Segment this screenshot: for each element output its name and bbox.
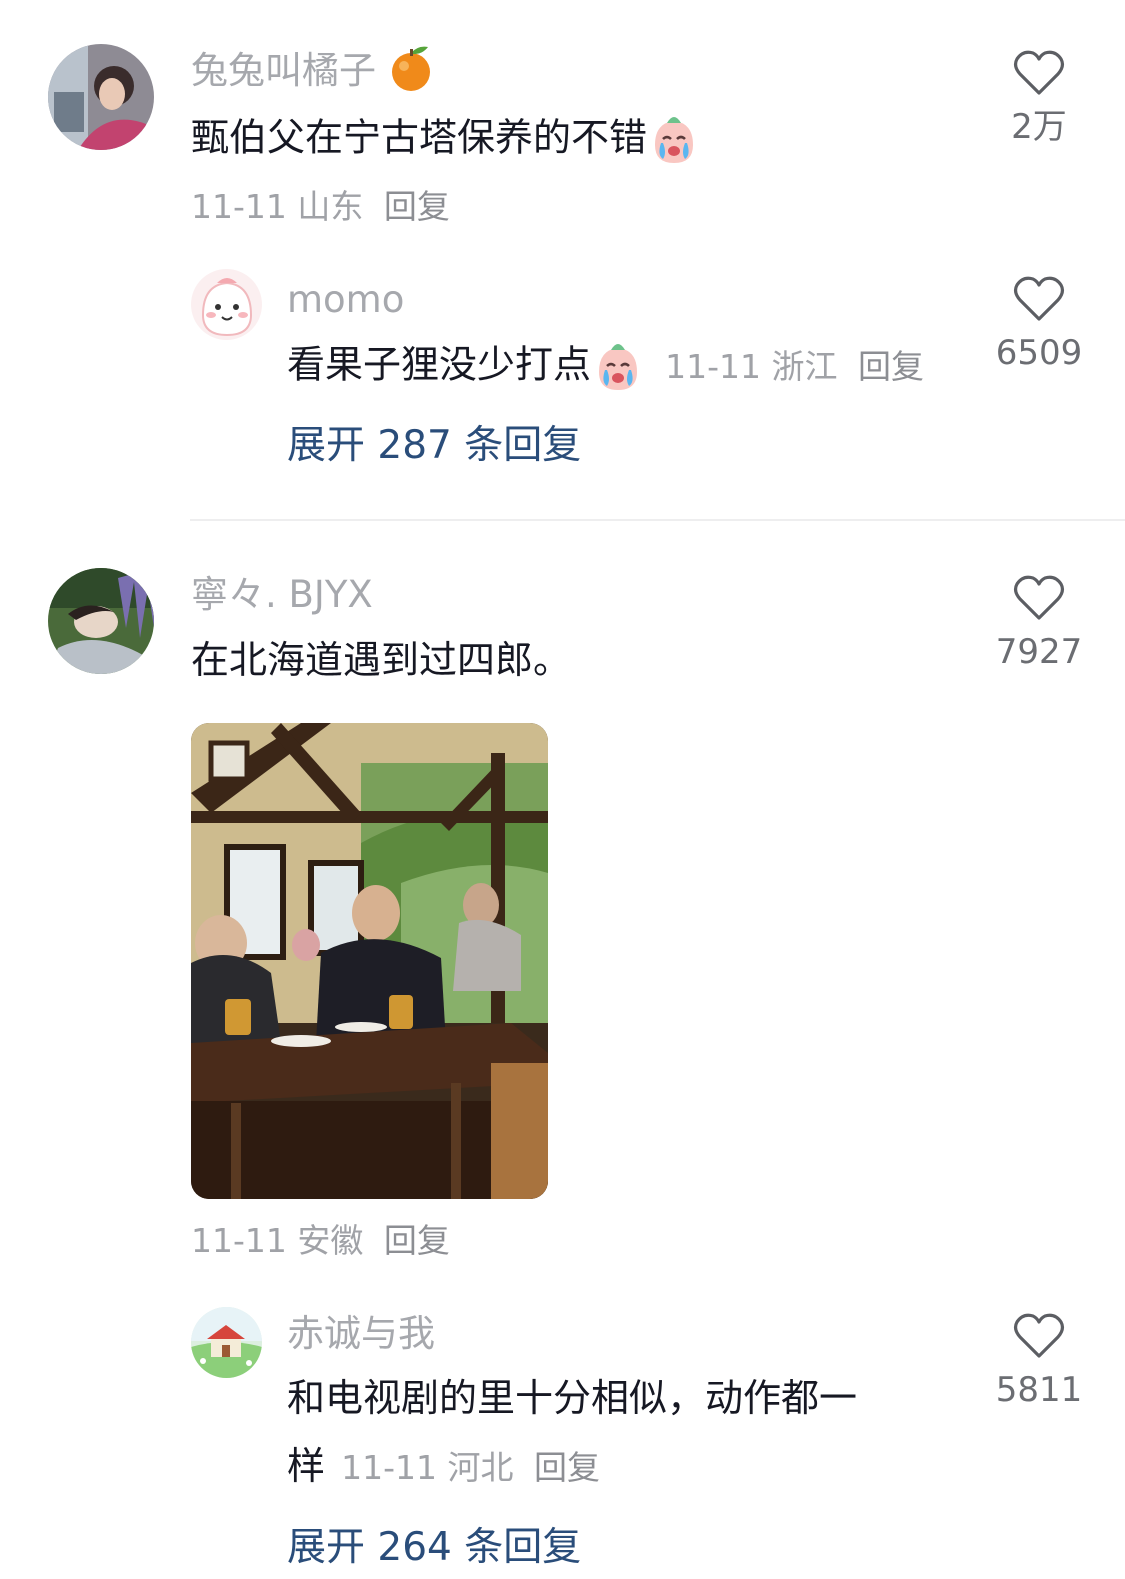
- username[interactable]: 赤诚与我: [287, 1315, 435, 1352]
- user-avatar[interactable]: [191, 1307, 262, 1378]
- heart-outline-icon: [1013, 50, 1065, 95]
- reply-button[interactable]: 回复: [858, 347, 924, 386]
- like-button[interactable]: 2万: [984, 50, 1094, 144]
- expand-replies-link[interactable]: 展开 264 条回复: [287, 1528, 581, 1567]
- comment-text: 在北海道遇到过四郎。: [191, 638, 572, 682]
- like-count: 2万: [1011, 107, 1067, 147]
- user-avatar[interactable]: [48, 568, 154, 674]
- reply-button[interactable]: 回复: [384, 1221, 450, 1260]
- comment-date: 11-11: [191, 187, 287, 226]
- reply-text: 看果子狸没少打点: [287, 342, 592, 387]
- comment-photo[interactable]: [191, 723, 548, 1199]
- comment-date: 11-11: [191, 1221, 287, 1260]
- reply-location: 河北: [447, 1448, 514, 1487]
- reply-button[interactable]: 回复: [384, 187, 450, 226]
- heart-outline-icon: [1013, 575, 1065, 620]
- username[interactable]: 寧々. BJYX: [191, 576, 373, 613]
- orange-emoji: [388, 43, 434, 93]
- reply-text-line1: 和电视剧的里十分相似，动作都一: [287, 1376, 858, 1420]
- like-button[interactable]: 5811: [984, 1313, 1094, 1407]
- reply-button[interactable]: 回复: [534, 1448, 600, 1487]
- like-count: 5811: [995, 1370, 1083, 1410]
- heart-outline-icon: [1013, 1313, 1065, 1358]
- expand-replies-link[interactable]: 展开 287 条回复: [287, 426, 581, 465]
- like-count: 6509: [995, 333, 1083, 373]
- reply-text-line2: 样: [287, 1444, 326, 1488]
- user-avatar[interactable]: [48, 44, 154, 150]
- like-button[interactable]: 7927: [984, 575, 1094, 669]
- crying-face-emoji: [591, 340, 645, 394]
- comment-text: 甄伯父在宁古塔保养的不错: [191, 115, 648, 160]
- user-avatar[interactable]: [191, 269, 262, 340]
- reply-location: 浙江: [771, 346, 838, 386]
- username[interactable]: 兔兔叫橘子: [191, 49, 376, 92]
- comment-location: 安徽: [297, 1221, 364, 1260]
- divider: [190, 519, 1125, 521]
- username[interactable]: momo: [287, 281, 404, 318]
- like-button[interactable]: 6509: [984, 276, 1094, 370]
- reply-date: 11-11: [341, 1448, 437, 1487]
- like-count: 7927: [995, 632, 1083, 672]
- heart-outline-icon: [1013, 276, 1065, 321]
- comment-location: 山东: [297, 187, 364, 226]
- reply-date: 11-11: [665, 346, 761, 386]
- crying-face-emoji: [647, 113, 701, 167]
